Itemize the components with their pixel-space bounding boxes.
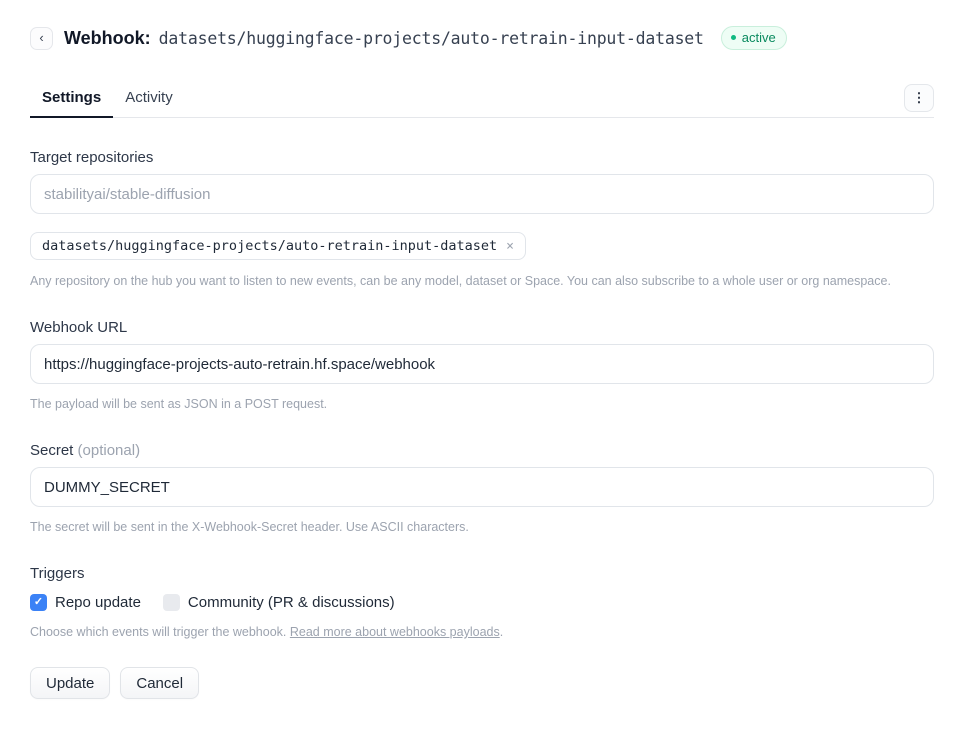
triggers-options: ✓ Repo update ✓ Community (PR & discussi… — [30, 594, 934, 611]
status-badge-label: active — [742, 30, 776, 45]
status-dot-icon — [731, 35, 736, 40]
form-actions: Update Cancel — [30, 667, 934, 699]
update-button[interactable]: Update — [30, 667, 110, 699]
overflow-menu-button[interactable]: ⋮ — [904, 84, 934, 112]
webhooks-payloads-link[interactable]: Read more about webhooks payloads — [290, 625, 500, 639]
repo-update-checkbox[interactable]: ✓ — [30, 594, 47, 611]
webhook-url-label: Webhook URL — [30, 319, 934, 336]
tab-settings[interactable]: Settings — [30, 81, 113, 117]
page-title: Webhook: datasets/huggingface-projects/a… — [64, 28, 704, 49]
secret-optional-text: (optional) — [78, 442, 141, 459]
trigger-repo-update[interactable]: ✓ Repo update — [30, 594, 141, 611]
webhook-title-name: datasets/huggingface-projects/auto-retra… — [159, 29, 704, 48]
cancel-button[interactable]: Cancel — [120, 667, 199, 699]
webhook-url-help: The payload will be sent as JSON in a PO… — [30, 397, 934, 411]
webhook-url-section: Webhook URL The payload will be sent as … — [30, 319, 934, 411]
repo-update-label: Repo update — [55, 594, 141, 611]
repository-tag-row: datasets/huggingface-projects/auto-retra… — [30, 232, 934, 260]
secret-section: Secret (optional) The secret will be sen… — [30, 442, 934, 534]
repository-tag-label: datasets/huggingface-projects/auto-retra… — [42, 238, 497, 254]
tab-bar: Settings Activity ⋮ — [30, 81, 934, 118]
target-repositories-help: Any repository on the hub you want to li… — [30, 274, 934, 288]
check-icon: ✓ — [34, 597, 43, 608]
tab-activity[interactable]: Activity — [113, 81, 185, 117]
triggers-section: Triggers ✓ Repo update ✓ Community (PR &… — [30, 565, 934, 639]
target-repositories-input[interactable] — [30, 174, 934, 214]
secret-label-text: Secret — [30, 442, 73, 459]
secret-help: The secret will be sent in the X-Webhook… — [30, 520, 934, 534]
trigger-community[interactable]: ✓ Community (PR & discussions) — [163, 594, 395, 611]
webhook-title-label: Webhook: — [64, 28, 151, 49]
chevron-left-icon: ‹ — [39, 30, 43, 45]
page-header: ‹ Webhook: datasets/huggingface-projects… — [30, 26, 934, 50]
webhook-url-input[interactable] — [30, 344, 934, 384]
repository-tag: datasets/huggingface-projects/auto-retra… — [30, 232, 526, 260]
back-button[interactable]: ‹ — [30, 27, 53, 50]
triggers-help-period: . — [500, 625, 503, 639]
secret-label: Secret (optional) — [30, 442, 934, 459]
target-repositories-label: Target repositories — [30, 149, 934, 166]
target-repositories-section: Target repositories datasets/huggingface… — [30, 149, 934, 288]
triggers-label: Triggers — [30, 565, 934, 582]
community-label: Community (PR & discussions) — [188, 594, 395, 611]
community-checkbox[interactable]: ✓ — [163, 594, 180, 611]
status-badge: active — [721, 26, 787, 50]
remove-tag-icon[interactable]: × — [506, 239, 514, 254]
triggers-help: Choose which events will trigger the web… — [30, 625, 934, 639]
webhook-settings-page: ‹ Webhook: datasets/huggingface-projects… — [0, 0, 964, 699]
kebab-icon: ⋮ — [913, 90, 926, 106]
triggers-help-text: Choose which events will trigger the web… — [30, 625, 290, 639]
secret-input[interactable] — [30, 467, 934, 507]
